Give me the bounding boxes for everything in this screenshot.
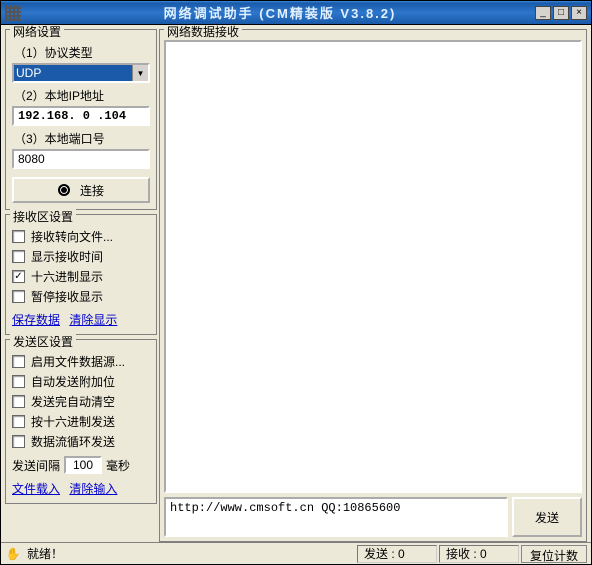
statusbar: ✋ 就绪！ 发送 : 0 接收 : 0 复位计数 xyxy=(1,542,591,564)
status-icon: ✋ xyxy=(5,547,21,561)
send-check-0[interactable]: 启用文件数据源... xyxy=(12,353,150,370)
send-check-label: 启用文件数据源... xyxy=(31,353,125,370)
network-settings-group: 网络设置 （1）协议类型 UDP ▼ （2）本地IP地址 （3）本地端口号 连接 xyxy=(5,29,157,210)
interval-input[interactable] xyxy=(64,456,102,474)
status-ready: 就绪！ xyxy=(23,545,355,562)
clear-input-link[interactable]: 清除输入 xyxy=(69,482,117,496)
send-textarea[interactable]: http://www.cmsoft.cn QQ:10865600 xyxy=(164,497,508,537)
minimize-button[interactable]: _ xyxy=(535,6,551,20)
local-port-input[interactable] xyxy=(12,149,150,169)
checkbox-icon xyxy=(12,290,25,303)
recv-textarea[interactable] xyxy=(164,40,582,493)
send-check-label: 按十六进制发送 xyxy=(31,413,115,430)
checkbox-icon xyxy=(12,250,25,263)
interval-unit: 毫秒 xyxy=(106,457,130,474)
recv-check-label: 接收转向文件... xyxy=(31,228,113,245)
recv-check-label: 显示接收时间 xyxy=(31,248,103,265)
send-label: 发送 xyxy=(535,509,559,526)
close-button[interactable]: × xyxy=(571,6,587,20)
network-settings-title: 网络设置 xyxy=(10,25,64,40)
local-ip-input[interactable] xyxy=(12,106,150,126)
status-send-count: 发送 : 0 xyxy=(357,545,437,563)
protocol-select[interactable]: UDP ▼ xyxy=(12,63,150,83)
recv-check-0[interactable]: 接收转向文件... xyxy=(12,228,150,245)
send-check-label: 数据流循环发送 xyxy=(31,433,115,450)
send-settings-group: 发送区设置 启用文件数据源...自动发送附加位发送完自动清空按十六进制发送数据流… xyxy=(5,339,157,504)
recv-settings-title: 接收区设置 xyxy=(10,208,76,225)
connect-status-icon xyxy=(58,184,70,196)
chevron-down-icon: ▼ xyxy=(132,65,148,81)
maximize-button[interactable]: □ xyxy=(553,6,569,20)
send-check-label: 自动发送附加位 xyxy=(31,373,115,390)
checkbox-icon xyxy=(12,355,25,368)
checkbox-icon xyxy=(12,415,25,428)
local-port-label: （3）本地端口号 xyxy=(14,130,150,147)
checkbox-icon: ✓ xyxy=(12,270,25,283)
checkbox-icon xyxy=(12,230,25,243)
connect-label: 连接 xyxy=(80,182,104,199)
checkbox-icon xyxy=(12,375,25,388)
reset-counter-button[interactable]: 复位计数 xyxy=(521,545,587,563)
titlebar: 网络调试助手 (CM精装版 V3.8.2) _ □ × xyxy=(1,1,591,25)
send-settings-title: 发送区设置 xyxy=(10,333,76,350)
protocol-label: （1）协议类型 xyxy=(14,44,150,61)
window-title: 网络调试助手 (CM精装版 V3.8.2) xyxy=(25,3,535,22)
status-recv-count: 接收 : 0 xyxy=(439,545,519,563)
send-button[interactable]: 发送 xyxy=(512,497,582,537)
recv-check-3[interactable]: 暂停接收显示 xyxy=(12,288,150,305)
send-check-1[interactable]: 自动发送附加位 xyxy=(12,373,150,390)
local-ip-label: （2）本地IP地址 xyxy=(14,87,150,104)
send-check-2[interactable]: 发送完自动清空 xyxy=(12,393,150,410)
recv-check-2[interactable]: ✓ 十六进制显示 xyxy=(12,268,150,285)
connect-button[interactable]: 连接 xyxy=(12,177,150,203)
recv-settings-group: 接收区设置 接收转向文件...显示接收时间✓十六进制显示暂停接收显示 保存数据 … xyxy=(5,214,157,335)
recv-panel-title: 网络数据接收 xyxy=(164,25,242,40)
checkbox-icon xyxy=(12,435,25,448)
send-check-4[interactable]: 数据流循环发送 xyxy=(12,433,150,450)
recv-check-label: 十六进制显示 xyxy=(31,268,103,285)
recv-check-1[interactable]: 显示接收时间 xyxy=(12,248,150,265)
recv-panel: 网络数据接收 http://www.cmsoft.cn QQ:10865600 … xyxy=(159,29,587,542)
clear-display-link[interactable]: 清除显示 xyxy=(69,313,117,327)
file-load-link[interactable]: 文件载入 xyxy=(12,482,60,496)
send-check-label: 发送完自动清空 xyxy=(31,393,115,410)
checkbox-icon xyxy=(12,395,25,408)
send-check-3[interactable]: 按十六进制发送 xyxy=(12,413,150,430)
app-icon xyxy=(5,5,21,21)
recv-check-label: 暂停接收显示 xyxy=(31,288,103,305)
protocol-value: UDP xyxy=(16,66,41,80)
save-data-link[interactable]: 保存数据 xyxy=(12,313,60,327)
interval-label: 发送间隔 xyxy=(12,457,60,474)
